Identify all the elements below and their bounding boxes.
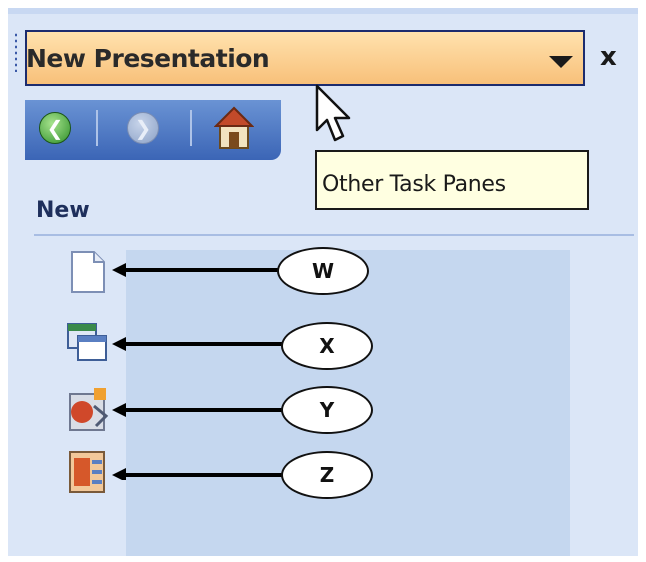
close-button[interactable]: x [600,42,617,72]
nav-separator [190,110,192,146]
home-icon[interactable] [214,106,254,150]
callout-x: X [281,322,373,370]
task-pane-title: New Presentation [26,44,270,73]
drag-grip-icon[interactable] [14,32,18,72]
nav-separator [96,110,98,146]
mouse-pointer-icon [315,84,351,142]
forward-arrow-icon[interactable]: ❯ [127,112,159,144]
section-heading-new: New [36,198,90,223]
design-template-icon[interactable] [64,318,112,366]
callout-z: Z [281,451,373,499]
section-divider [34,234,634,236]
blank-document-icon[interactable] [64,248,112,296]
tooltip-text: Other Task Panes [322,172,506,197]
autocontent-wizard-icon[interactable] [64,386,112,434]
pane-top-border [8,8,638,14]
down-triangle-icon[interactable] [549,56,573,68]
callout-w: W [277,247,369,295]
existing-presentation-icon[interactable] [64,448,112,496]
callout-y: Y [281,386,373,434]
back-arrow-icon[interactable]: ❮ [39,112,71,144]
